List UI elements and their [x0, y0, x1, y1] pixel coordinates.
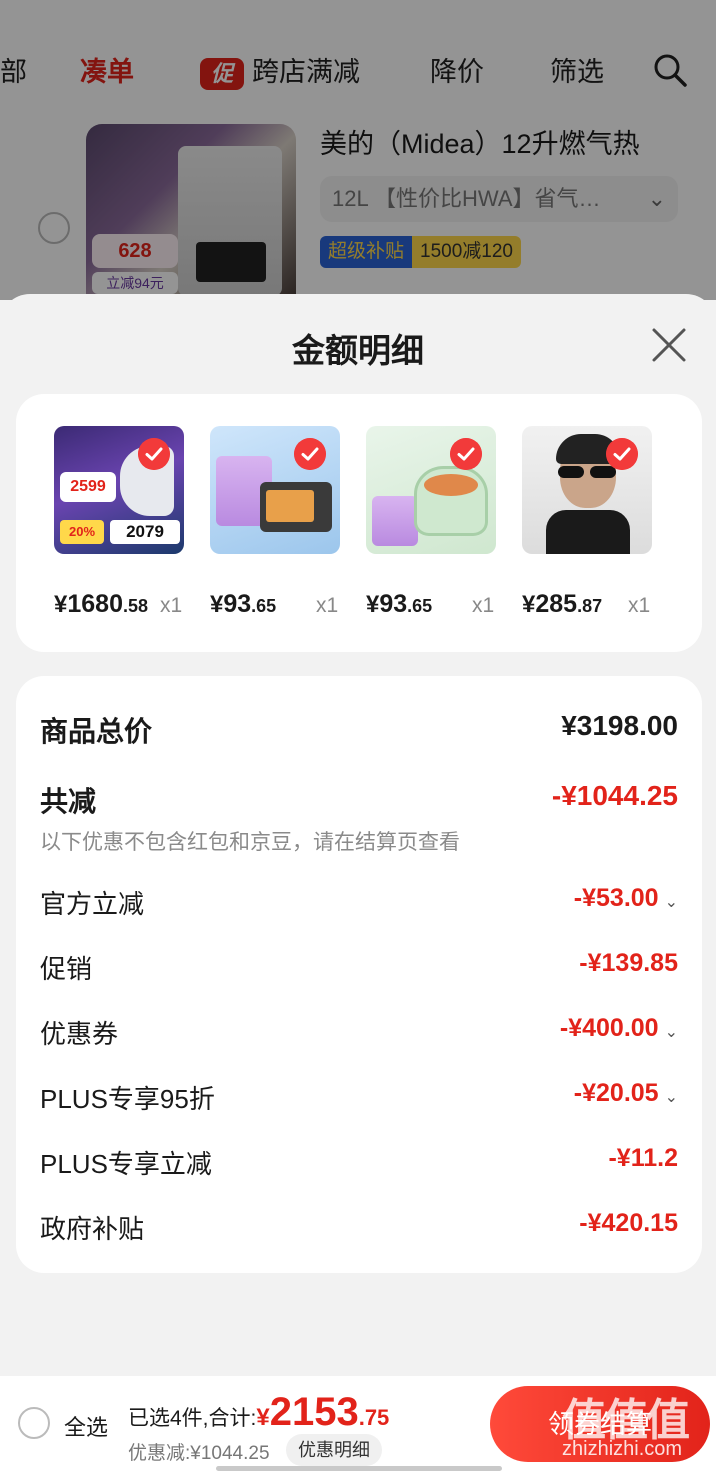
product-item[interactable]: 2599 2079 20% ¥1680.58 x1: [54, 426, 184, 618]
product-item[interactable]: ¥93.65 x1: [366, 426, 496, 618]
product-price: ¥93.65: [366, 590, 433, 618]
checked-icon: [294, 438, 326, 470]
total-price-value: ¥3198.00: [561, 710, 678, 741]
dim-overlay[interactable]: [0, 0, 716, 300]
product-qty: x1: [160, 594, 183, 617]
discount-value: -¥139.85: [579, 949, 678, 977]
total-amount-int: 2153: [269, 1390, 359, 1434]
discount-value: -¥400.00: [559, 1014, 659, 1042]
checked-icon: [606, 438, 638, 470]
discount-value: -¥20.05: [573, 1079, 659, 1107]
discount-label: 优惠券: [40, 1019, 119, 1049]
sheet-title: 金额明细: [292, 332, 424, 369]
select-all-checkbox[interactable]: [18, 1407, 50, 1439]
discount-value: -¥11.2: [608, 1144, 678, 1172]
electric-pot-image: [366, 426, 496, 554]
selected-count-text: 已选4件,合计:: [128, 1407, 257, 1430]
product-price: ¥285.87: [522, 590, 603, 618]
close-icon[interactable]: [650, 326, 688, 364]
discount-summary: 优惠减:¥1044.25: [128, 1443, 270, 1464]
toaster-oven-image: [210, 426, 340, 554]
total-reduction-label: 共减: [40, 786, 97, 817]
product-item[interactable]: ¥285.87 x1: [522, 426, 652, 618]
product-price: ¥93.65: [210, 590, 277, 618]
watermark-url: zhizhizhi.com: [562, 1438, 683, 1460]
product-qty: x1: [628, 594, 651, 617]
discount-label: PLUS专享立减: [40, 1149, 212, 1179]
discount-label: 政府补贴: [40, 1214, 145, 1244]
price-breakdown-card: 商品总价 ¥3198.00 共减 -¥1044.25 以下优惠不包含红包和京豆，…: [16, 676, 702, 1273]
selected-products-card: 2599 2079 20% ¥1680.58 x1 ¥93.65 x1 ¥93.…: [16, 394, 702, 652]
product-qty: x1: [472, 594, 495, 617]
discount-detail-button[interactable]: 优惠明细: [286, 1434, 382, 1466]
product-price: ¥1680.58: [54, 590, 149, 618]
discount-label: 促销: [40, 954, 93, 984]
total-reduction-value: -¥1044.25: [551, 780, 678, 811]
checked-icon: [138, 438, 170, 470]
water-heater-image: 2599 2079 20%: [54, 426, 184, 554]
total-currency: ¥: [256, 1404, 270, 1431]
amount-detail-sheet: 金额明细 2599 2079 20% ¥1680.58 x1 ¥93.65 x1…: [0, 294, 716, 1376]
select-all-label[interactable]: 全选: [64, 1410, 108, 1442]
total-summary: 已选4件,合计:¥2153.75: [128, 1390, 389, 1435]
discount-value: -¥53.00: [573, 884, 659, 912]
discount-value: -¥420.15: [579, 1209, 678, 1237]
discount-label: 官方立减: [40, 889, 145, 919]
site-watermark: 值值值 zhizhizhi.com: [548, 1384, 708, 1468]
discount-note: 以下优惠不包含红包和京豆，请在结算页查看: [40, 831, 460, 854]
sunglasses-image: [522, 426, 652, 554]
chevron-down-icon[interactable]: ⌄: [665, 892, 678, 912]
chevron-down-icon[interactable]: ⌄: [665, 1087, 678, 1107]
chevron-down-icon[interactable]: ⌄: [665, 1022, 678, 1042]
discount-label: PLUS专享95折: [40, 1084, 215, 1114]
total-price-label: 商品总价: [40, 716, 153, 747]
total-amount-dec: .75: [358, 1405, 390, 1430]
product-qty: x1: [316, 594, 339, 617]
product-item[interactable]: ¥93.65 x1: [210, 426, 340, 618]
background-page: 部 凑单 促跨店满减 降价 筛选 628 立减94元 美的（Midea）12升燃…: [0, 0, 716, 314]
checked-icon: [450, 438, 482, 470]
home-indicator: [216, 1466, 502, 1471]
